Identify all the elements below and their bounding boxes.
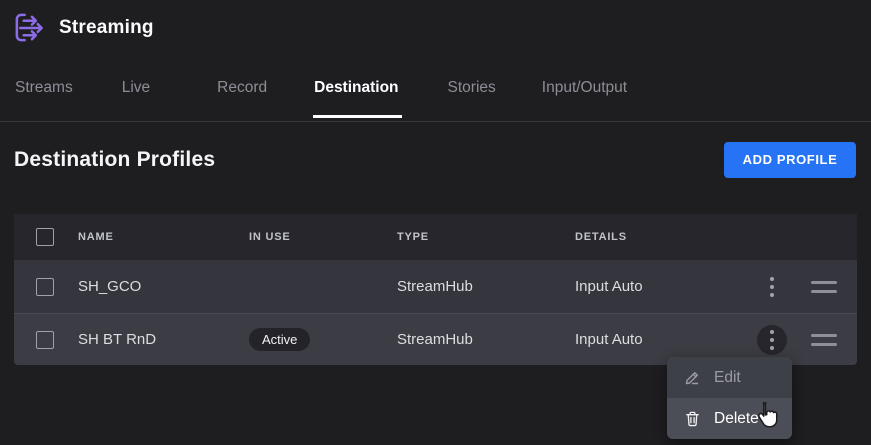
column-header-type: TYPE — [397, 231, 575, 243]
streaming-logo-icon — [12, 10, 47, 46]
profile-name: SH BT RnD — [78, 331, 249, 348]
profile-type: StreamHub — [397, 331, 575, 348]
tab-input-output[interactable]: Input/Output — [542, 79, 627, 121]
select-all-checkbox[interactable] — [36, 228, 54, 246]
row-actions-kebab-icon[interactable] — [757, 272, 787, 302]
active-status-badge: Active — [249, 328, 310, 351]
app-title: Streaming — [59, 17, 154, 39]
pencil-icon — [684, 369, 701, 386]
tab-live[interactable]: Live — [122, 79, 150, 121]
table-header-row: NAME IN USE TYPE DETAILS — [14, 214, 857, 260]
profile-details: Input Auto — [575, 331, 750, 348]
row-checkbox[interactable] — [36, 331, 54, 349]
column-header-in-use: IN USE — [249, 231, 397, 243]
tab-stories[interactable]: Stories — [448, 79, 496, 121]
row-context-menu: Edit Delete — [667, 357, 792, 439]
profile-type: StreamHub — [397, 278, 575, 295]
streaming-app: Streaming Streams Live Record Destinatio… — [0, 0, 871, 365]
drag-handle-icon[interactable] — [811, 281, 837, 293]
tab-destination[interactable]: Destination — [314, 79, 398, 121]
menu-item-delete[interactable]: Delete — [667, 398, 792, 439]
drag-handle-icon[interactable] — [811, 334, 837, 346]
column-header-details: DETAILS — [575, 231, 750, 243]
menu-item-edit[interactable]: Edit — [667, 357, 792, 398]
tab-bar: Streams Live Record Destination Stories … — [0, 52, 871, 122]
page-title: Destination Profiles — [14, 148, 215, 172]
profile-details: Input Auto — [575, 278, 750, 295]
column-header-name: NAME — [78, 231, 249, 243]
add-profile-button[interactable]: ADD PROFILE — [724, 142, 856, 178]
destination-profiles-table: NAME IN USE TYPE DETAILS SH_GCO StreamHu… — [14, 214, 857, 365]
trash-icon — [684, 410, 701, 427]
page-head: Destination Profiles ADD PROFILE — [14, 141, 856, 178]
table-row: SH_GCO StreamHub Input Auto — [14, 260, 857, 313]
tab-streams[interactable]: Streams — [15, 79, 73, 121]
profile-name: SH_GCO — [78, 278, 249, 295]
tab-record[interactable]: Record — [217, 79, 267, 121]
app-header: Streaming — [0, 0, 871, 52]
row-checkbox[interactable] — [36, 278, 54, 296]
row-actions-kebab-icon[interactable] — [757, 325, 787, 355]
